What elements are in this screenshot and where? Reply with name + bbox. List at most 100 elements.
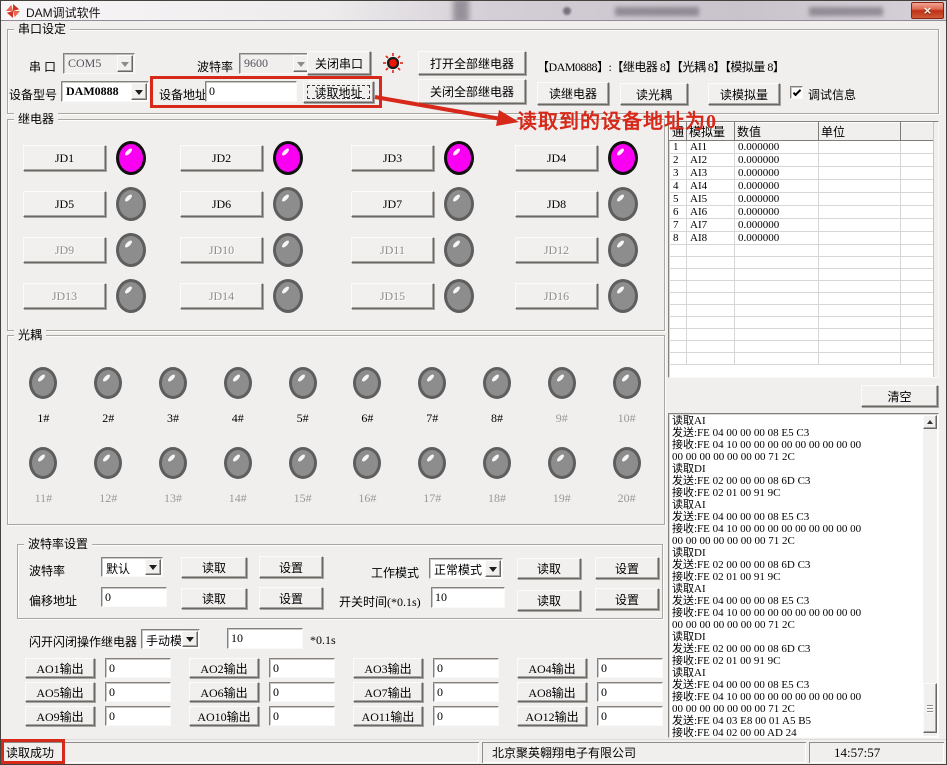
clear-log-button[interactable]: 清空	[861, 385, 938, 407]
cell-extra	[901, 219, 934, 232]
relay-button[interactable]: JD8	[515, 191, 598, 217]
ao-value-input[interactable]	[597, 658, 663, 678]
relay-button[interactable]: JD15	[351, 283, 434, 309]
relay-led-indicator	[273, 233, 303, 267]
scrollbar-thumb[interactable]	[923, 683, 937, 733]
bs-workmode-read-button[interactable]: 读取	[517, 558, 581, 579]
relay-button[interactable]: JD3	[351, 145, 434, 171]
port-select[interactable]: COM5	[63, 53, 135, 74]
debug-info-checkbox[interactable]	[790, 86, 803, 99]
relay-button[interactable]: JD14	[180, 283, 263, 309]
relay-button[interactable]: JD7	[351, 191, 434, 217]
relay-button[interactable]: JD12	[515, 237, 598, 263]
ao-value-input[interactable]	[433, 658, 499, 678]
ao-value-input[interactable]	[597, 706, 663, 726]
cell-analog: AI6	[687, 206, 735, 219]
dropdown-button[interactable]	[182, 631, 198, 647]
read-relays-button[interactable]: 读继电器	[537, 82, 609, 105]
relay-button[interactable]: JD1	[23, 145, 106, 171]
close-button[interactable]: ×	[911, 2, 944, 19]
ao-output-button[interactable]: AO1输出	[25, 658, 95, 678]
device-model-select[interactable]: DAM0888	[61, 81, 149, 102]
ao-output-button[interactable]: AO4输出	[517, 658, 587, 678]
read-address-button[interactable]: 读取地址	[303, 81, 374, 103]
relay-button[interactable]: JD10	[180, 237, 263, 263]
opto-channel-label: 16#	[358, 491, 376, 506]
dropdown-button[interactable]	[145, 559, 161, 575]
open-all-relays-button[interactable]: 打开全部继电器	[418, 51, 526, 75]
ao-value-input[interactable]	[269, 658, 335, 678]
bs-offset-input[interactable]	[101, 587, 167, 607]
col-header-unit[interactable]: 单位	[819, 123, 901, 141]
scroll-up-button[interactable]	[923, 415, 937, 429]
ao-value-input[interactable]	[433, 682, 499, 702]
ao-value-input[interactable]	[105, 706, 171, 726]
relay-button[interactable]: JD6	[180, 191, 263, 217]
read-analog-button[interactable]: 读模拟量	[708, 83, 780, 105]
bs-workmode-set-button[interactable]: 设置	[595, 557, 659, 579]
ao-output-button[interactable]: AO6输出	[189, 682, 259, 702]
device-address-input[interactable]	[205, 81, 297, 102]
ao-value-input[interactable]	[269, 682, 335, 702]
ao-output-button[interactable]: AO2输出	[189, 658, 259, 678]
ao-output-button[interactable]: AO9输出	[25, 706, 95, 726]
ao-output-button[interactable]: AO8输出	[517, 682, 587, 702]
close-serial-button[interactable]: 关闭串口	[307, 51, 371, 75]
flash-time-input[interactable]	[227, 628, 303, 649]
ao-output-button[interactable]: AO10输出	[189, 706, 259, 726]
bs-baud-select[interactable]: 默认	[101, 557, 163, 577]
col-header-value[interactable]: 数值	[735, 123, 819, 141]
ao-value-input[interactable]	[105, 682, 171, 702]
cell-unit	[819, 206, 901, 219]
opto-cell: 5#	[289, 357, 317, 437]
opto-led-indicator	[418, 367, 446, 399]
read-opto-button[interactable]: 读光耦	[620, 83, 688, 105]
log-scrollbar[interactable]	[923, 415, 937, 736]
relay-button[interactable]: JD5	[23, 191, 106, 217]
dropdown-button[interactable]	[485, 560, 501, 577]
relay-button[interactable]: JD13	[23, 283, 106, 309]
bs-offset-read-button[interactable]: 读取	[181, 588, 247, 609]
flash-mode-select[interactable]: 手动模式	[141, 629, 200, 649]
relay-button[interactable]: JD2	[180, 145, 263, 171]
close-all-relays-button[interactable]: 关闭全部继电器	[418, 79, 526, 104]
table-scrollbar[interactable]	[933, 122, 938, 377]
bs-switchtime-input[interactable]	[431, 587, 505, 608]
table-row: 8 AI8 0.000000	[670, 232, 934, 245]
cell-value: 0.000000	[735, 141, 819, 154]
ao-output-button[interactable]: AO11输出	[353, 706, 423, 726]
opto-channel-label: 6#	[361, 411, 373, 426]
empty-table-row	[670, 269, 934, 281]
ao-output-button[interactable]: AO12输出	[517, 706, 587, 726]
bs-workmode-select[interactable]: 正常模式	[429, 558, 503, 579]
relay-button[interactable]: JD11	[351, 237, 434, 263]
cell-unit	[819, 141, 901, 154]
dropdown-button[interactable]	[117, 55, 133, 72]
opto-led-indicator	[224, 367, 252, 399]
debug-log-box[interactable]: 读取AI 发送:FE 04 00 00 00 08 E5 C3 接收:FE 04…	[668, 413, 939, 738]
relay-cell: JD1	[23, 135, 180, 181]
bs-baud-read-button[interactable]: 读取	[181, 557, 247, 578]
bs-switchtime-set-button[interactable]: 设置	[595, 588, 659, 610]
ao-value-input[interactable]	[105, 658, 171, 678]
relay-button[interactable]: JD9	[23, 237, 106, 263]
col-header-extra[interactable]	[901, 123, 934, 141]
bs-baud-set-button[interactable]: 设置	[259, 556, 323, 578]
ao-value-input[interactable]	[597, 682, 663, 702]
cell-unit	[819, 180, 901, 193]
relay-button[interactable]: JD4	[515, 145, 598, 171]
opto-channel-label: 7#	[426, 411, 438, 426]
ao-value-input[interactable]	[269, 706, 335, 726]
dropdown-button[interactable]	[131, 83, 147, 100]
ao-value-input[interactable]	[433, 706, 499, 726]
ao-output-button[interactable]: AO3输出	[353, 658, 423, 678]
baudrate-select[interactable]: 9600	[239, 53, 311, 74]
relay-button[interactable]: JD16	[515, 283, 598, 309]
opto-cell: 1#	[29, 357, 57, 437]
bs-switchtime-read-button[interactable]: 读取	[517, 590, 581, 611]
ao-output-button[interactable]: AO5输出	[25, 682, 95, 702]
status-bar: 读取成功 北京聚英翱翔电子有限公司 14:57:57	[1, 739, 946, 764]
ao-output-button[interactable]: AO7输出	[353, 682, 423, 702]
bs-offset-set-button[interactable]: 设置	[259, 587, 323, 609]
opto-led-indicator	[289, 367, 317, 399]
